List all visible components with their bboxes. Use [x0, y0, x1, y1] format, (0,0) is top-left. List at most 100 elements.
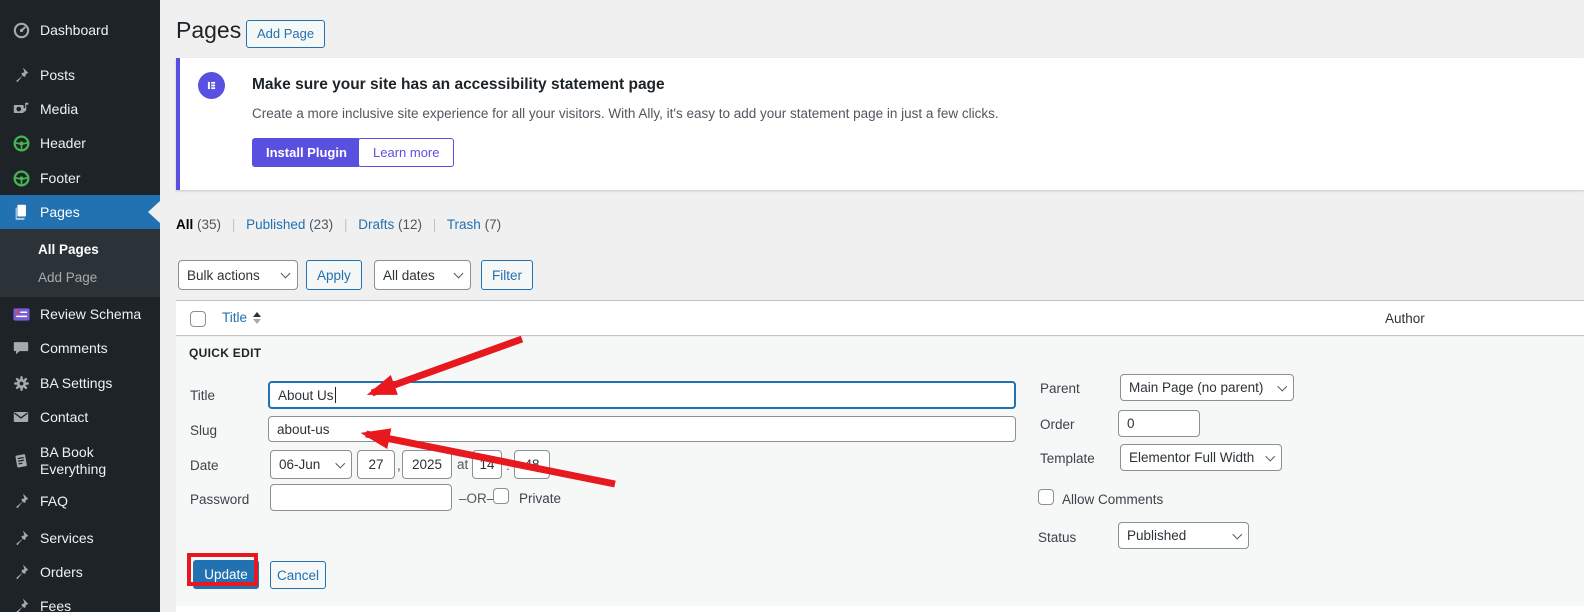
order-input[interactable]	[1118, 410, 1200, 437]
sort-desc-icon	[253, 319, 261, 324]
sidebar-item-label: BA Settings	[40, 375, 145, 392]
pin-icon	[11, 562, 31, 582]
filter-trash[interactable]: Trash	[447, 217, 481, 232]
filter-separator: |	[433, 217, 437, 232]
sidebar-item-orders[interactable]: Orders	[0, 555, 160, 589]
sidebar-item-label: Contact	[40, 409, 145, 426]
allow-comments-label: Allow Comments	[1062, 492, 1163, 507]
title-input[interactable]: About Us	[268, 381, 1016, 409]
sidebar-item-ba-book-everything[interactable]: BA Book Everything	[0, 434, 160, 488]
sidebar-item-services[interactable]: Services	[0, 521, 160, 555]
media-icon	[11, 99, 31, 119]
chevron-down-icon	[281, 269, 291, 279]
sidebar-item-label: Orders	[40, 564, 145, 581]
envelope-icon	[11, 407, 31, 427]
slug-input[interactable]	[268, 416, 1016, 442]
status-select[interactable]: Published	[1118, 522, 1249, 549]
author-column-header: Author	[1385, 311, 1425, 326]
bulk-actions-select[interactable]: Bulk actions	[178, 260, 298, 290]
cancel-button[interactable]: Cancel	[270, 561, 326, 589]
select-all-checkbox[interactable]	[190, 311, 206, 327]
pages-icon	[11, 202, 31, 222]
allow-comments-checkbox[interactable]	[1038, 489, 1054, 505]
filter-drafts-count: (12)	[398, 217, 422, 232]
sidebar-item-label: Pages	[40, 204, 145, 221]
chevron-down-icon	[1277, 381, 1286, 390]
sidebar-item-comments[interactable]: Comments	[0, 331, 160, 365]
bulk-actions-value: Bulk actions	[187, 268, 260, 283]
sidebar-item-footer[interactable]: Footer	[0, 161, 160, 195]
date-field-label: Date	[190, 458, 219, 473]
parent-field-label: Parent	[1040, 381, 1080, 396]
sidebar-item-posts[interactable]: Posts	[0, 58, 160, 92]
year-input[interactable]	[402, 450, 452, 479]
filter-button[interactable]: Filter	[481, 260, 533, 290]
filter-published[interactable]: Published	[246, 217, 305, 232]
banner-description: Create a more inclusive site experience …	[252, 106, 999, 121]
all-dates-value: All dates	[383, 268, 435, 283]
sidebar-item-all-pages[interactable]: All Pages	[0, 236, 160, 264]
sidebar-item-contact[interactable]: Contact	[0, 400, 160, 434]
template-value: Elementor Full Width	[1129, 450, 1254, 465]
chevron-down-icon	[454, 269, 464, 279]
filter-published-count: (23)	[309, 217, 333, 232]
day-input[interactable]	[357, 450, 395, 479]
title-field-label: Title	[190, 388, 215, 403]
pin-icon	[11, 528, 31, 548]
sidebar-item-pages[interactable]: Pages	[0, 195, 160, 229]
status-filter-links: All (35) | Published (23) | Drafts (12) …	[176, 217, 501, 232]
sidebar-item-dashboard[interactable]: Dashboard	[0, 13, 160, 47]
password-input[interactable]	[270, 484, 452, 511]
accessibility-notice-banner: Make sure your site has an accessibility…	[176, 58, 1584, 190]
sidebar-item-add-page[interactable]: Add Page	[0, 264, 160, 292]
add-page-button[interactable]: Add Page	[246, 20, 325, 48]
month-select[interactable]: 06-Jun	[270, 450, 352, 479]
apply-button[interactable]: Apply	[306, 260, 362, 290]
time-separator: :	[506, 458, 510, 473]
sidebar-item-header[interactable]: Header	[0, 126, 160, 160]
month-value: 06-Jun	[279, 457, 320, 472]
sidebar-item-faq[interactable]: FAQ	[0, 484, 160, 518]
date-separator: ,	[397, 458, 401, 473]
filter-separator: |	[232, 217, 236, 232]
sidebar-item-label: Footer	[40, 170, 145, 187]
filter-all-count: (35)	[197, 217, 221, 232]
header-icon	[11, 133, 31, 153]
sidebar-item-label: Dashboard	[40, 22, 145, 39]
review-schema-icon	[11, 304, 31, 324]
filter-drafts[interactable]: Drafts	[358, 217, 394, 232]
private-checkbox[interactable]	[493, 488, 509, 504]
filter-all[interactable]: All	[176, 217, 193, 232]
notepad-icon	[11, 451, 31, 471]
hour-input[interactable]	[472, 450, 502, 479]
pages-table-header: Title Author	[176, 300, 1584, 336]
install-plugin-button[interactable]: Install Plugin	[252, 138, 361, 167]
banner-title: Make sure your site has an accessibility…	[252, 76, 665, 94]
gear-icon	[11, 373, 31, 393]
minute-input[interactable]	[514, 450, 550, 479]
learn-more-button[interactable]: Learn more	[358, 138, 454, 167]
template-select[interactable]: Elementor Full Width	[1120, 444, 1282, 471]
quick-edit-heading: QUICK EDIT	[189, 346, 261, 360]
all-dates-select[interactable]: All dates	[374, 260, 471, 290]
pin-icon	[11, 491, 31, 511]
next-table-row	[176, 606, 1584, 612]
or-label: –OR–	[459, 491, 494, 506]
footer-icon	[11, 168, 31, 188]
sidebar-item-review-schema[interactable]: Review Schema	[0, 297, 160, 331]
pin-icon	[11, 596, 31, 612]
sidebar-item-label: Services	[40, 530, 145, 547]
chevron-down-icon	[1265, 451, 1274, 460]
sidebar-item-fees[interactable]: Fees	[0, 589, 160, 612]
filter-separator: |	[344, 217, 348, 232]
sidebar-item-ba-settings[interactable]: BA Settings	[0, 366, 160, 400]
update-button[interactable]: Update	[193, 560, 259, 589]
sidebar-item-media[interactable]: Media	[0, 92, 160, 126]
parent-select[interactable]: Main Page (no parent)	[1120, 374, 1294, 401]
order-field-label: Order	[1040, 417, 1075, 432]
title-column-header[interactable]: Title	[222, 310, 261, 325]
sidebar-item-label: Posts	[40, 67, 145, 84]
page-title: Pages	[176, 17, 241, 44]
admin-sidebar: Dashboard Posts Media Header Footer	[0, 0, 160, 612]
title-column-label: Title	[222, 310, 247, 325]
